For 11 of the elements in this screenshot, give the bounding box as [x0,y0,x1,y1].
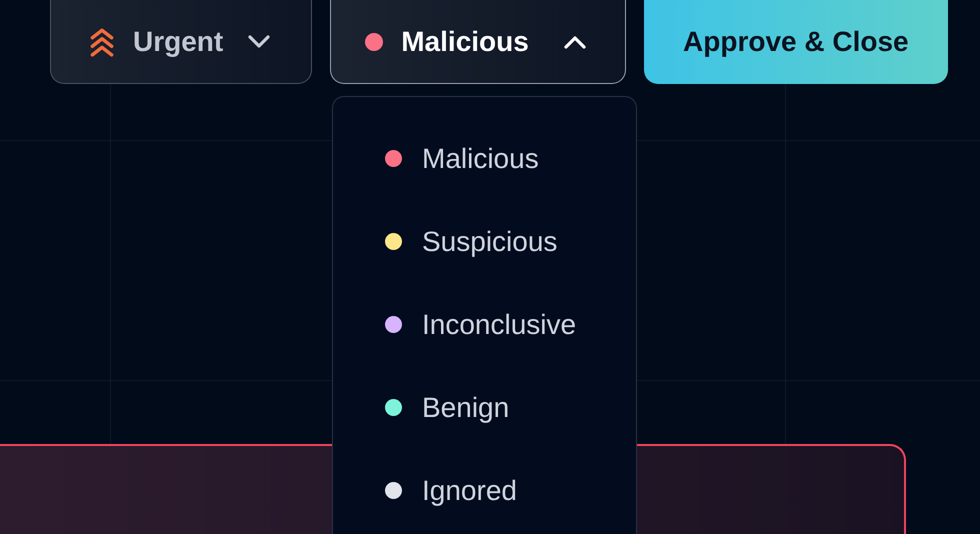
caret-down-icon [247,34,272,50]
verdict-option[interactable]: Suspicious [385,200,636,283]
caret-up-icon [562,34,587,50]
triple-chevron-up-icon [89,26,115,56]
verdict-option[interactable]: Malicious [385,117,636,200]
verdict-option[interactable]: Benign [385,366,636,449]
approve-close-button[interactable]: Approve & Close [644,0,948,84]
verdict-dropdown[interactable]: Malicious [330,0,626,84]
priority-dropdown[interactable]: Urgent [50,0,312,84]
verdict-option[interactable]: Inconclusive [385,283,636,366]
verdict-option[interactable]: Ignored [385,449,636,532]
